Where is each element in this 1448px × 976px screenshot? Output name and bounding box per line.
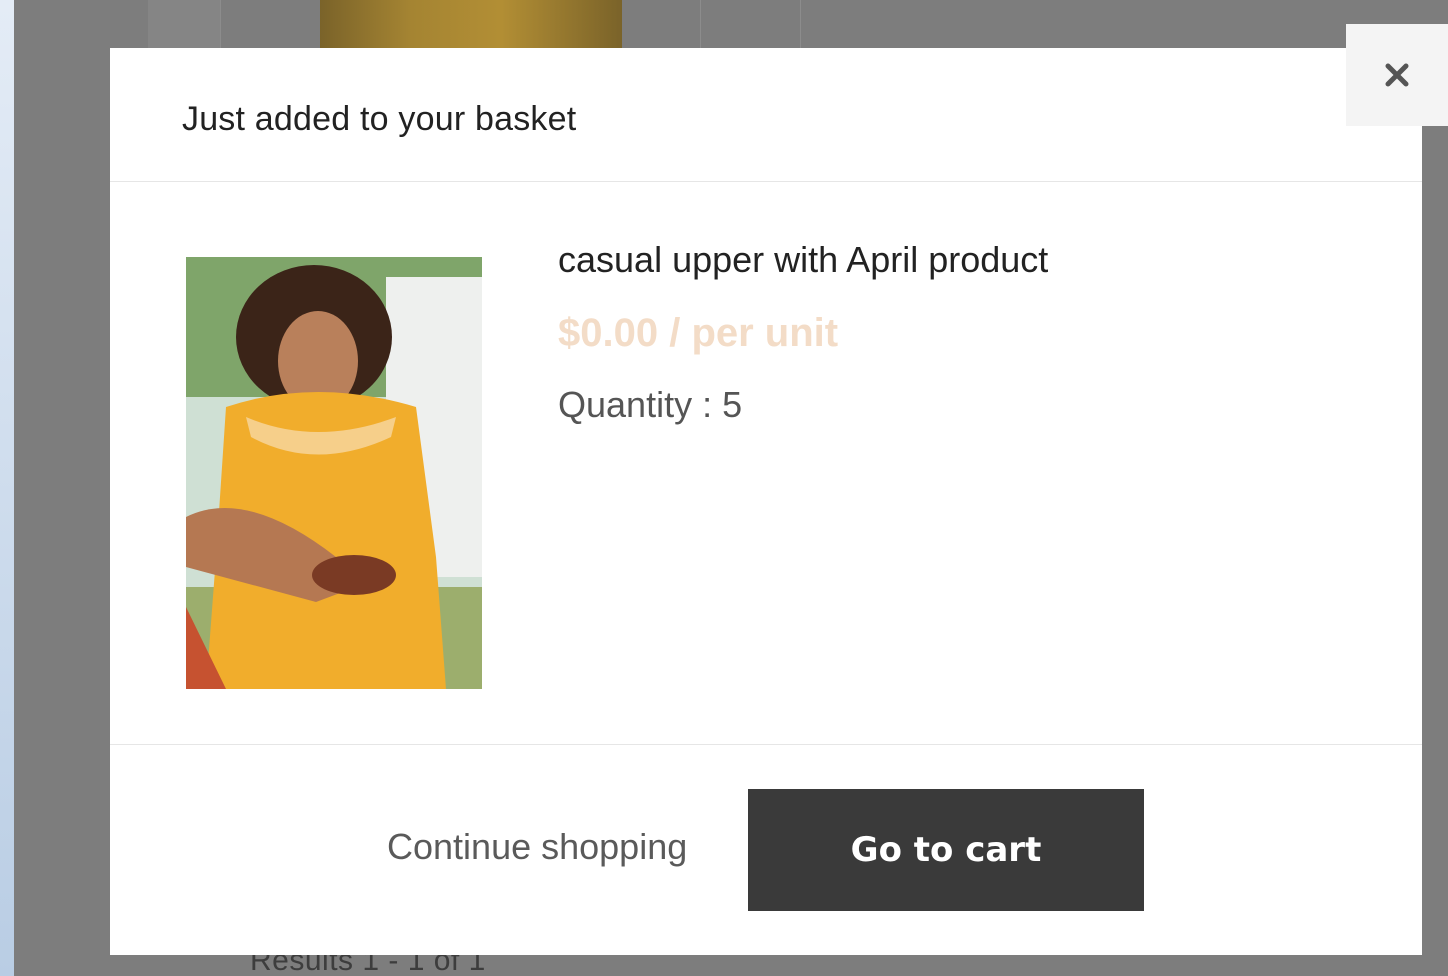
background-product-thumbnail (320, 0, 622, 48)
quantity-label: Quantity : (558, 384, 723, 425)
product-price: $0.00 / per unit (558, 311, 839, 355)
product-photo (186, 257, 482, 689)
background-divider (700, 0, 701, 48)
go-to-cart-button[interactable]: Go to cart (748, 789, 1144, 911)
product-info: casual upper with April product $0.00 / … (558, 239, 1048, 426)
browser-edge (0, 0, 14, 976)
modal-footer: Continue shopping Go to cart (110, 746, 1422, 955)
continue-shopping-button[interactable]: Continue shopping (387, 826, 687, 868)
modal-header: Just added to your basket (110, 48, 1422, 182)
modal-title: Just added to your basket (182, 100, 577, 138)
modal-body: casual upper with April product $0.00 / … (110, 183, 1422, 745)
close-icon (1385, 63, 1409, 87)
background-divider (800, 0, 801, 48)
product-quantity: Quantity : 5 (558, 384, 1048, 426)
background-divider (220, 0, 221, 48)
product-name: casual upper with April product (558, 239, 1049, 280)
add-to-basket-modal: Just added to your basket casual upper w… (110, 48, 1422, 955)
background-column (148, 0, 220, 48)
product-image (186, 257, 482, 689)
close-modal-button[interactable] (1346, 24, 1448, 126)
quantity-value: 5 (722, 384, 743, 425)
